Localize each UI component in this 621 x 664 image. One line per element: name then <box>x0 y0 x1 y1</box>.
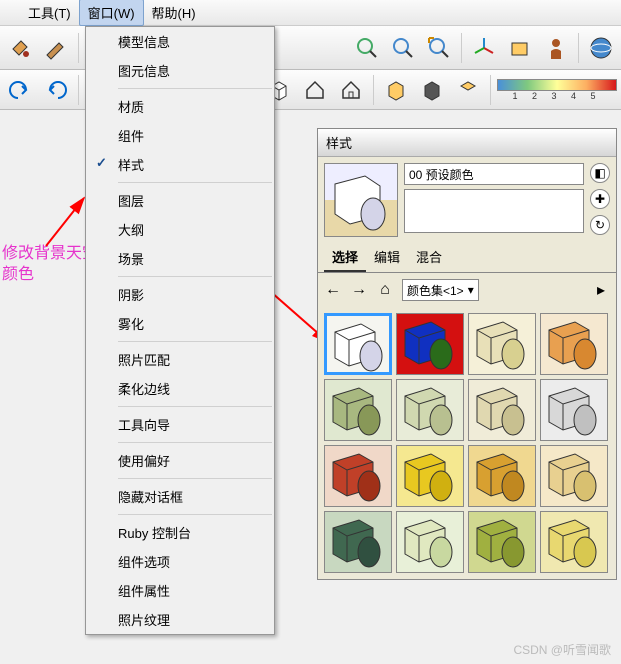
tab-edit[interactable]: 编辑 <box>366 243 408 272</box>
menu-hide-dialog[interactable]: 隐藏对话框 <box>86 482 274 511</box>
menu-model-info[interactable]: 模型信息 <box>86 27 274 56</box>
menu-shadow[interactable]: 阴影 <box>86 280 274 309</box>
style-swatch-12[interactable] <box>324 511 392 573</box>
axes-icon[interactable] <box>468 32 500 64</box>
style-swatch-4[interactable] <box>324 379 392 441</box>
gradient-ruler: 1 2 3 4 5 <box>512 91 601 101</box>
style-swatch-7[interactable] <box>540 379 608 441</box>
panel-tabs: 选择 编辑 混合 <box>318 243 616 273</box>
window-menu-dropdown: 模型信息 图元信息 材质 组件 样式 图层 大纲 场景 阴影 雾化 照片匹配 柔… <box>85 26 275 635</box>
menu-layer[interactable]: 图层 <box>86 186 274 215</box>
watermark: CSDN @听雪闻歌 <box>513 641 611 658</box>
menu-material[interactable]: 材质 <box>86 92 274 121</box>
section-icon[interactable] <box>504 32 536 64</box>
style-preview <box>324 163 398 237</box>
house-icon[interactable] <box>299 74 331 106</box>
menu-ruby[interactable]: Ruby 控制台 <box>86 518 274 547</box>
display-options-button[interactable]: ◧ <box>590 163 610 183</box>
menu-scene[interactable]: 场景 <box>86 244 274 273</box>
style-swatch-8[interactable] <box>324 445 392 507</box>
style-swatch-0[interactable] <box>324 313 392 375</box>
collection-combo[interactable]: 颜色集<1>▾ <box>402 279 479 301</box>
cube-yellow-icon[interactable] <box>380 74 412 106</box>
details-button[interactable]: ▸ <box>592 281 610 299</box>
menu-style[interactable]: 样式 <box>86 150 274 179</box>
menu-photo-match[interactable]: 照片匹配 <box>86 345 274 374</box>
menu-help[interactable]: 帮助(H) <box>144 0 204 25</box>
redo-icon[interactable] <box>40 74 72 106</box>
panel-title: 样式 <box>318 129 616 157</box>
tab-select[interactable]: 选择 <box>324 243 366 272</box>
menu-tool-guide[interactable]: 工具向导 <box>86 410 274 439</box>
zoom-extents-icon[interactable] <box>351 32 383 64</box>
menu-component[interactable]: 组件 <box>86 121 274 150</box>
paint-bucket-icon[interactable] <box>4 32 36 64</box>
cube-dark-icon[interactable] <box>416 74 448 106</box>
styles-panel: 样式 ◧ ✚ ↻ 选择 编辑 混合 ← → ⌂ 颜色集<1>▾ ▸ <box>317 128 617 580</box>
style-swatch-6[interactable] <box>468 379 536 441</box>
menu-window[interactable]: 窗口(W) <box>79 0 144 26</box>
person-icon[interactable] <box>540 32 572 64</box>
create-style-button[interactable]: ✚ <box>590 189 610 209</box>
style-name-input[interactable] <box>404 163 584 185</box>
brush-icon[interactable] <box>40 32 72 64</box>
style-swatch-14[interactable] <box>468 511 536 573</box>
menu-comp-attrs[interactable]: 组件属性 <box>86 576 274 605</box>
nav-forward-button[interactable]: → <box>350 281 368 299</box>
style-swatch-2[interactable] <box>468 313 536 375</box>
style-desc-input[interactable] <box>404 189 584 233</box>
style-swatch-1[interactable] <box>396 313 464 375</box>
gradient-scale <box>497 79 617 91</box>
nav-home-button[interactable]: ⌂ <box>376 281 394 299</box>
menu-bar: 工具(T) 窗口(W) 帮助(H) <box>0 0 621 26</box>
style-swatch-15[interactable] <box>540 511 608 573</box>
style-swatch-11[interactable] <box>540 445 608 507</box>
nav-back-button[interactable]: ← <box>324 281 342 299</box>
undo-icon[interactable] <box>4 74 36 106</box>
update-style-button[interactable]: ↻ <box>590 215 610 235</box>
style-swatch-3[interactable] <box>540 313 608 375</box>
menu-comp-options[interactable]: 组件选项 <box>86 547 274 576</box>
tab-mix[interactable]: 混合 <box>408 243 450 272</box>
style-swatch-13[interactable] <box>396 511 464 573</box>
style-swatch-grid <box>318 307 616 579</box>
menu-tools[interactable]: 工具(T) <box>20 0 79 25</box>
menu-preferences[interactable]: 使用偏好 <box>86 446 274 475</box>
zoom-window-icon[interactable] <box>423 32 455 64</box>
house2-icon[interactable] <box>335 74 367 106</box>
style-swatch-10[interactable] <box>468 445 536 507</box>
menu-fog[interactable]: 雾化 <box>86 309 274 338</box>
cube-open-icon[interactable] <box>452 74 484 106</box>
style-swatch-9[interactable] <box>396 445 464 507</box>
zoom-icon[interactable] <box>387 32 419 64</box>
menu-photo-texture[interactable]: 照片纹理 <box>86 605 274 634</box>
menu-element-info[interactable]: 图元信息 <box>86 56 274 85</box>
menu-soften[interactable]: 柔化边线 <box>86 374 274 403</box>
menu-outline[interactable]: 大纲 <box>86 215 274 244</box>
annotation-text: 修改背景天空 颜色 <box>2 244 98 286</box>
globe-icon[interactable] <box>585 32 617 64</box>
style-swatch-5[interactable] <box>396 379 464 441</box>
